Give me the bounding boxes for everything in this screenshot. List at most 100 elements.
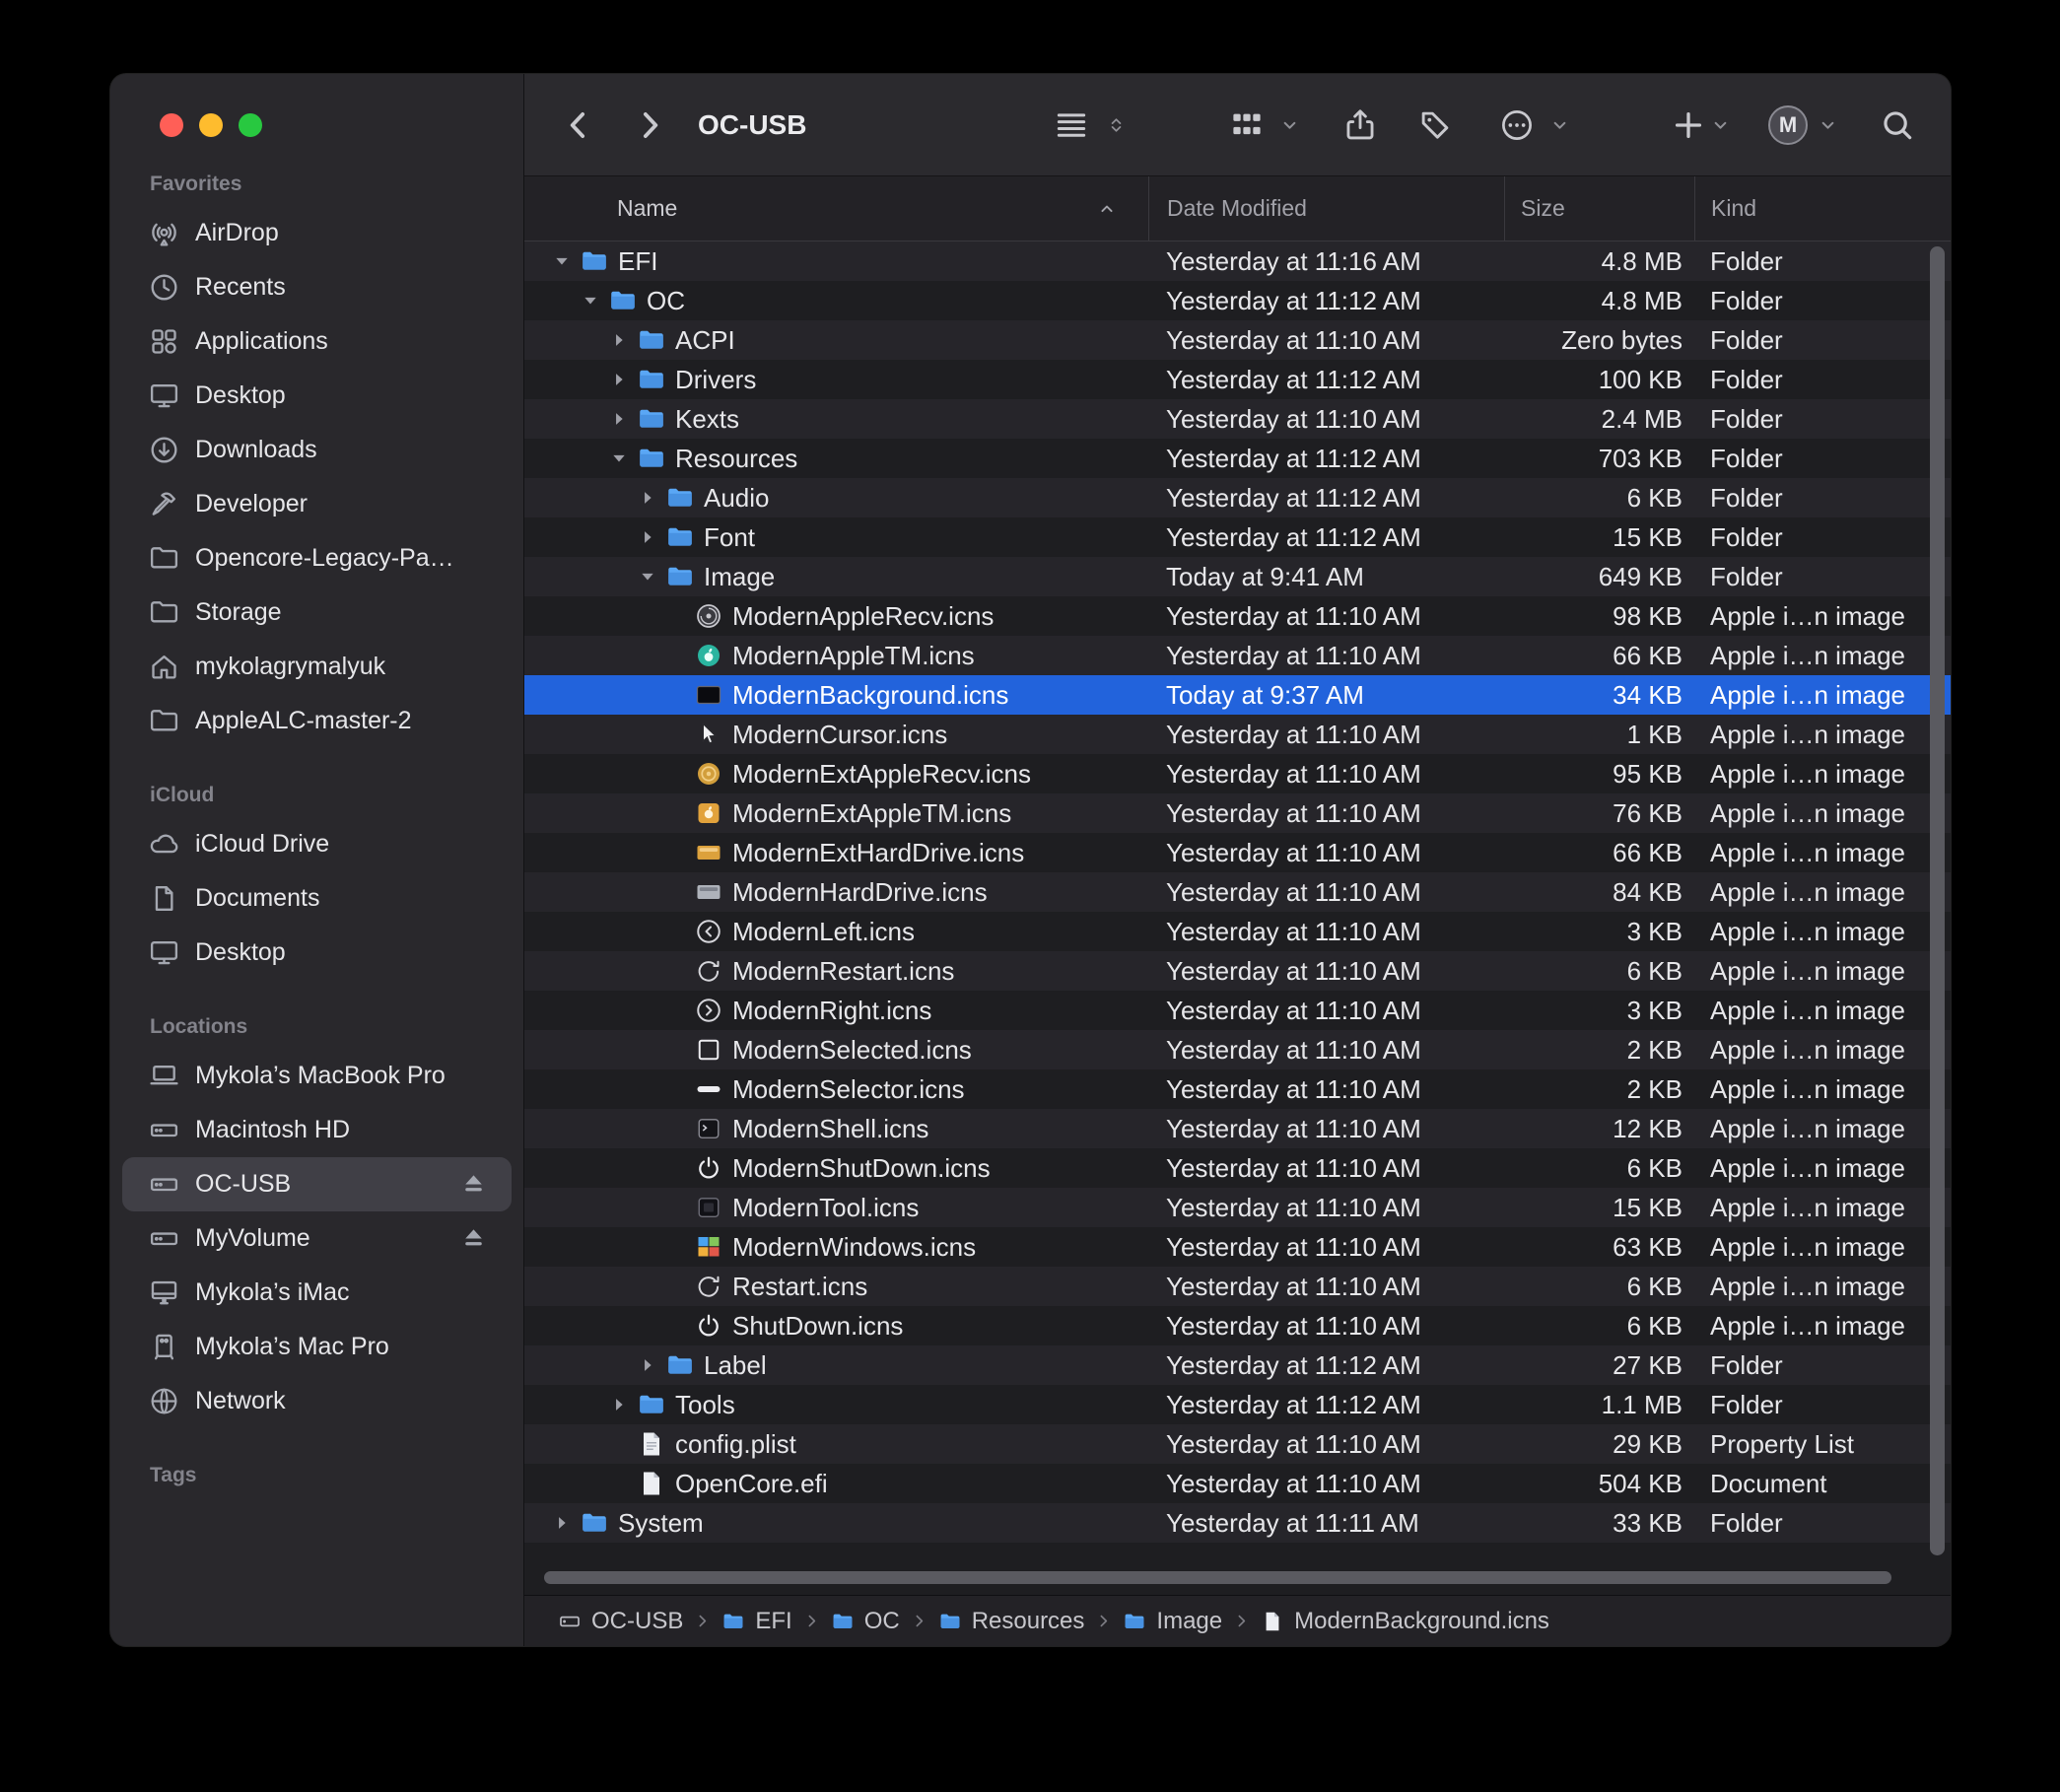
table-row[interactable]: ModernTool.icnsYesterday at 11:10 AM15 K…: [524, 1188, 1951, 1227]
new-item-button[interactable]: [1670, 106, 1707, 144]
path-item-efi[interactable]: EFI: [721, 1608, 791, 1635]
table-row[interactable]: FontYesterday at 11:12 AM15 KBFolder: [524, 517, 1951, 557]
disclosure-triangle-icon[interactable]: [577, 287, 604, 314]
sidebar-item-applications[interactable]: Applications: [122, 314, 512, 369]
table-row[interactable]: OCYesterday at 11:12 AM4.8 MBFolder: [524, 281, 1951, 320]
minimize-button[interactable]: [199, 113, 223, 137]
table-row[interactable]: ModernAppleTM.icnsYesterday at 11:10 AM6…: [524, 636, 1951, 675]
path-item-resources[interactable]: Resources: [938, 1608, 1085, 1635]
sidebar-item-recents[interactable]: Recents: [122, 260, 512, 314]
sidebar-item-downloads[interactable]: Downloads: [122, 423, 512, 477]
account-avatar[interactable]: M: [1768, 105, 1808, 145]
path-item-image[interactable]: Image: [1123, 1608, 1222, 1635]
table-row[interactable]: ModernCursor.icnsYesterday at 11:10 AM1 …: [524, 715, 1951, 754]
sidebar-item-airdrop[interactable]: AirDrop: [122, 206, 512, 260]
table-row[interactable]: LabelYesterday at 11:12 AM27 KBFolder: [524, 1345, 1951, 1385]
sidebar-sections: FavoritesAirDropRecentsApplicationsDeskt…: [110, 74, 523, 1487]
sidebar-item-myvolume[interactable]: MyVolume: [122, 1211, 512, 1266]
avatar-chevron-icon[interactable]: [1818, 114, 1838, 135]
path-item-modernbackground-icns[interactable]: ModernBackground.icns: [1261, 1608, 1549, 1635]
table-row[interactable]: ModernBackground.icnsToday at 9:37 AM34 …: [524, 675, 1951, 715]
sidebar-item-icloud-drive[interactable]: iCloud Drive: [122, 817, 512, 871]
table-row[interactable]: Restart.icnsYesterday at 11:10 AM6 KBApp…: [524, 1267, 1951, 1306]
table-row[interactable]: config.plistYesterday at 11:10 AM29 KBPr…: [524, 1424, 1951, 1464]
disclosure-triangle-icon[interactable]: [634, 1351, 661, 1379]
more-actions-button[interactable]: [1498, 106, 1536, 144]
table-row[interactable]: ModernExtHardDrive.icnsYesterday at 11:1…: [524, 833, 1951, 872]
disclosure-triangle-icon[interactable]: [634, 523, 661, 551]
table-row[interactable]: ModernShutDown.icnsYesterday at 11:10 AM…: [524, 1148, 1951, 1188]
disclosure-triangle-icon[interactable]: [605, 366, 633, 393]
table-row[interactable]: AudioYesterday at 11:12 AM6 KBFolder: [524, 478, 1951, 517]
sidebar-item-desktop[interactable]: Desktop: [122, 926, 512, 980]
disclosure-triangle-icon[interactable]: [634, 563, 661, 590]
sidebar-item-documents[interactable]: Documents: [122, 871, 512, 926]
more-chevron-icon[interactable]: [1549, 114, 1570, 135]
table-row[interactable]: ModernShell.icnsYesterday at 11:10 AM12 …: [524, 1109, 1951, 1148]
share-button[interactable]: [1341, 106, 1379, 144]
sidebar-item-opencore-legacy-pat[interactable]: Opencore-Legacy-Pat…: [122, 531, 512, 586]
disclosure-triangle-icon[interactable]: [605, 405, 633, 433]
table-row[interactable]: ACPIYesterday at 11:10 AMZero bytesFolde…: [524, 320, 1951, 360]
disclosure-triangle-icon[interactable]: [548, 247, 576, 275]
table-row[interactable]: ToolsYesterday at 11:12 AM1.1 MBFolder: [524, 1385, 1951, 1424]
sidebar-item-storage[interactable]: Storage: [122, 586, 512, 640]
disclosure-triangle-icon[interactable]: [605, 1391, 633, 1418]
sidebar-item-mykola-s-mac-pro[interactable]: Mykola’s Mac Pro: [122, 1320, 512, 1374]
table-row[interactable]: ModernHardDrive.icnsYesterday at 11:10 A…: [524, 872, 1951, 912]
sidebar-item-network[interactable]: Network: [122, 1374, 512, 1428]
search-button[interactable]: [1879, 106, 1916, 144]
table-row[interactable]: ModernExtAppleRecv.icnsYesterday at 11:1…: [524, 754, 1951, 793]
table-row[interactable]: ModernWindows.icnsYesterday at 11:10 AM6…: [524, 1227, 1951, 1267]
column-header-kind[interactable]: Kind: [1694, 176, 1951, 241]
horizontal-scrollbar[interactable]: [544, 1571, 1891, 1584]
table-row[interactable]: ModernAppleRecv.icnsYesterday at 11:10 A…: [524, 596, 1951, 636]
path-item-oc[interactable]: OC: [831, 1608, 900, 1635]
sidebar-item-oc-usb[interactable]: OC-USB: [122, 1157, 512, 1211]
sidebar-item-mykolagrymalyuk[interactable]: mykolagrymalyuk: [122, 640, 512, 694]
table-row[interactable]: ModernRestart.icnsYesterday at 11:10 AM6…: [524, 951, 1951, 991]
view-switch-chevrons[interactable]: [1106, 114, 1127, 135]
column-header-date-modified[interactable]: Date Modified: [1148, 176, 1504, 241]
table-row[interactable]: EFIYesterday at 11:16 AM4.8 MBFolder: [524, 241, 1951, 281]
disclosure-triangle-icon[interactable]: [548, 1509, 576, 1537]
table-row[interactable]: ModernSelected.icnsYesterday at 11:10 AM…: [524, 1030, 1951, 1069]
column-header-name[interactable]: Name: [524, 176, 1148, 241]
table-row[interactable]: ModernExtAppleTM.icnsYesterday at 11:10 …: [524, 793, 1951, 833]
disclosure-triangle-icon[interactable]: [634, 484, 661, 512]
table-row[interactable]: DriversYesterday at 11:12 AM100 KBFolder: [524, 360, 1951, 399]
path-item-label: OC: [864, 1608, 900, 1635]
table-row[interactable]: SystemYesterday at 11:11 AM33 KBFolder: [524, 1503, 1951, 1543]
vertical-scrollbar[interactable]: [1930, 246, 1945, 1555]
sidebar-item-macintosh-hd[interactable]: Macintosh HD: [122, 1103, 512, 1157]
column-header-size[interactable]: Size: [1504, 176, 1694, 241]
table-row[interactable]: ResourcesYesterday at 11:12 AM703 KBFold…: [524, 439, 1951, 478]
zoom-button[interactable]: [239, 113, 262, 137]
path-item-oc-usb[interactable]: OC-USB: [558, 1608, 683, 1635]
group-chevron-icon[interactable]: [1279, 114, 1300, 135]
list-view-icon[interactable]: [1053, 106, 1090, 144]
tag-button[interactable]: [1416, 106, 1454, 144]
forward-button[interactable]: [631, 106, 668, 144]
table-row[interactable]: ImageToday at 9:41 AM649 KBFolder: [524, 557, 1951, 596]
sidebar-item-mykola-s-imac[interactable]: Mykola’s iMac: [122, 1266, 512, 1320]
sidebar-item-developer[interactable]: Developer: [122, 477, 512, 531]
group-view-icon[interactable]: [1228, 106, 1266, 144]
table-row[interactable]: ShutDown.icnsYesterday at 11:10 AM6 KBAp…: [524, 1306, 1951, 1345]
file-name: OpenCore.efi: [675, 1469, 828, 1499]
new-item-chevron-icon[interactable]: [1710, 114, 1731, 135]
table-row[interactable]: ModernRight.icnsYesterday at 11:10 AM3 K…: [524, 991, 1951, 1030]
table-row[interactable]: ModernSelector.icnsYesterday at 11:10 AM…: [524, 1069, 1951, 1109]
sidebar-item-applealc-master-2[interactable]: AppleALC-master-2: [122, 694, 512, 748]
table-row[interactable]: KextsYesterday at 11:10 AM2.4 MBFolder: [524, 399, 1951, 439]
table-row[interactable]: OpenCore.efiYesterday at 11:10 AM504 KBD…: [524, 1464, 1951, 1503]
disclosure-triangle-icon[interactable]: [605, 445, 633, 472]
eject-icon[interactable]: [457, 1168, 490, 1201]
eject-icon[interactable]: [457, 1222, 490, 1255]
table-row[interactable]: ModernLeft.icnsYesterday at 11:10 AM3 KB…: [524, 912, 1951, 951]
close-button[interactable]: [160, 113, 183, 137]
sidebar-item-mykola-s-macbook-pro[interactable]: Mykola’s MacBook Pro: [122, 1049, 512, 1103]
disclosure-triangle-icon[interactable]: [605, 326, 633, 354]
back-button[interactable]: [560, 106, 597, 144]
sidebar-item-desktop[interactable]: Desktop: [122, 369, 512, 423]
